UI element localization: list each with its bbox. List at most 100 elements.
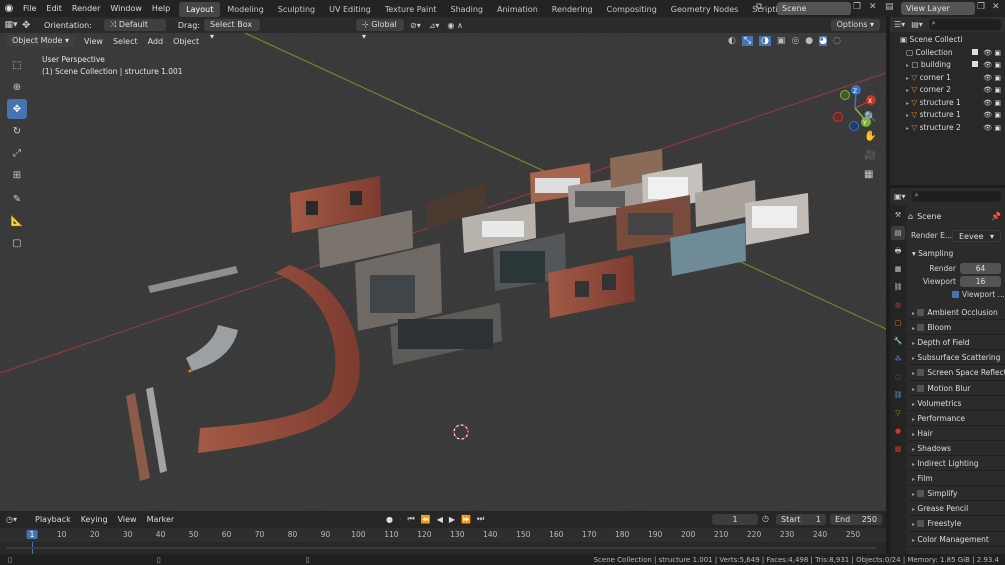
viewport-menu-object[interactable]: Object xyxy=(168,37,204,46)
timeline-editor-icon[interactable]: ◷▾ xyxy=(6,515,24,524)
modifier-props-icon[interactable]: 🔧 xyxy=(891,334,905,348)
outliner-item[interactable]: ▸ ▽ corner 1 👁 ▣ xyxy=(890,72,1005,85)
outliner-search-field[interactable]: ⌕ xyxy=(928,19,1001,30)
outliner-item[interactable]: ▸ ▽ structure 1 👁 ▣ xyxy=(890,97,1005,110)
menu-render[interactable]: Render xyxy=(67,0,105,17)
panel-enable-checkbox[interactable] xyxy=(917,369,925,377)
tool-props-icon[interactable]: ⚒ xyxy=(891,208,905,222)
viewport-menu-add[interactable]: Add xyxy=(143,37,169,46)
object-mode-dropdown[interactable]: Object Mode ▾ xyxy=(6,35,75,47)
outliner-item[interactable]: ▸ ▽ structure 1 👁 ▣ xyxy=(890,109,1005,122)
display-mode-icon[interactable]: ▤▾ xyxy=(911,20,923,29)
delete-view-layer-icon[interactable]: ✕ xyxy=(992,2,1000,12)
play-icon[interactable]: ▶ xyxy=(449,515,455,524)
jump-key-back-icon[interactable]: ⏪ xyxy=(421,515,431,524)
camera-icon[interactable]: ▣ xyxy=(994,86,1001,94)
panel-grease-pencil[interactable]: ▸ Grease Pencil xyxy=(908,501,1005,517)
new-scene-icon[interactable]: ❐ xyxy=(853,2,861,12)
scene-props-tab-icon[interactable]: ⛓ xyxy=(891,280,905,294)
scale-tool-icon[interactable]: ⤢ xyxy=(7,143,27,163)
exclude-checkbox[interactable] xyxy=(972,61,979,67)
render-engine-dropdown[interactable]: Eevee ▾ xyxy=(952,229,1001,242)
expand-icon[interactable]: ▸ xyxy=(906,87,909,94)
viewport-samples-field[interactable]: 16 xyxy=(960,276,1001,288)
add-cube-tool-icon[interactable]: ▢ xyxy=(7,233,27,253)
proportional-edit-icon[interactable]: ◉ ∧ xyxy=(447,21,462,30)
panel-depth-of-field[interactable]: ▸ Depth of Field xyxy=(908,335,1005,351)
3d-viewport[interactable]: X Y Z Object Mode ▾ View Select Add Object … xyxy=(0,33,886,511)
outliner-root[interactable]: ▣ Scene Collecti xyxy=(890,34,1005,47)
render-samples-field[interactable]: 64 xyxy=(960,263,1001,275)
wireframe-shading-icon[interactable]: ◎ xyxy=(791,36,799,46)
view-layer-field[interactable]: View Layer xyxy=(901,2,975,15)
texture-props-icon[interactable]: ▩ xyxy=(891,442,905,456)
constraints-props-icon[interactable]: ⛓ xyxy=(891,388,905,402)
blender-logo-icon[interactable]: ◉ xyxy=(0,3,18,14)
view-layer-props-icon[interactable]: ▦ xyxy=(891,262,905,276)
gizmo-toggle-icon[interactable]: ⤡ xyxy=(741,36,754,46)
panel-indirect-lighting[interactable]: ▸ Indirect Lighting xyxy=(908,456,1005,472)
move-mode-icon[interactable]: ✥ xyxy=(22,20,40,31)
editor-type-icon[interactable]: ▦▾ xyxy=(0,20,22,30)
pivot-icon[interactable]: ⊘▾ xyxy=(410,21,421,30)
select-tool-icon[interactable]: ⬚ xyxy=(7,55,27,75)
panel-color-management[interactable]: ▸ Color Management xyxy=(908,532,1005,547)
pin-icon[interactable]: 📌 xyxy=(991,212,1001,221)
panel-subsurface-scattering[interactable]: ▸ Subsurface Scattering xyxy=(908,350,1005,366)
outliner-item[interactable]: ▸ ▽ corner 2 👁 ▣ xyxy=(890,84,1005,97)
camera-view-icon[interactable]: 🎥 xyxy=(864,146,876,165)
viewport-denoise-checkbox[interactable] xyxy=(952,291,959,299)
eye-icon[interactable]: 👁 xyxy=(983,111,992,119)
panel-enable-checkbox[interactable] xyxy=(917,490,925,498)
xray-icon[interactable]: ▣ xyxy=(777,36,786,46)
orientation-dropdown[interactable]: ⤨ Default xyxy=(103,19,166,31)
menu-edit[interactable]: Edit xyxy=(41,0,67,17)
outliner-editor-icon[interactable]: ☰▾ xyxy=(894,20,905,29)
panel-enable-checkbox[interactable] xyxy=(917,520,925,528)
expand-icon[interactable]: ▸ xyxy=(906,62,909,69)
camera-icon[interactable]: ▣ xyxy=(994,74,1001,82)
zoom-icon[interactable]: 🔍 xyxy=(864,108,876,127)
particles-props-icon[interactable]: ⁂ xyxy=(891,352,905,366)
panel-shadows[interactable]: ▸ Shadows xyxy=(908,441,1005,457)
clock-icon[interactable]: ◷ xyxy=(762,514,769,523)
eye-icon[interactable]: 👁 xyxy=(983,86,992,94)
tab-compositing[interactable]: Compositing xyxy=(600,2,664,17)
physics-props-icon[interactable]: ◌ xyxy=(891,370,905,384)
material-shading-icon[interactable]: ◕ xyxy=(819,36,828,46)
panel-motion-blur[interactable]: ▸ Motion Blur xyxy=(908,381,1005,396)
tab-layout[interactable]: Layout xyxy=(179,1,221,17)
panel-enable-checkbox[interactable] xyxy=(917,309,925,317)
expand-icon[interactable]: ▸ xyxy=(906,100,909,107)
timeline-menu-view[interactable]: View xyxy=(113,515,142,524)
transform-orientation-dropdown[interactable]: ⊹ Global ▾ xyxy=(355,19,404,41)
transform-tool-icon[interactable]: ⊞ xyxy=(7,165,27,185)
outliner-item[interactable]: ▢ Collection 👁 ▣ xyxy=(890,47,1005,60)
panel-performance[interactable]: ▸ Performance xyxy=(908,411,1005,426)
eye-icon[interactable]: 👁 xyxy=(983,49,992,57)
perspective-grid-icon[interactable]: ▦ xyxy=(864,165,876,184)
menu-help[interactable]: Help xyxy=(147,0,175,17)
tab-sculpting[interactable]: Sculpting xyxy=(271,2,322,17)
expand-icon[interactable]: ▸ xyxy=(906,75,909,82)
end-frame-field[interactable]: End 250 xyxy=(830,514,882,525)
cursor-tool-icon[interactable]: ⊕ xyxy=(7,77,27,97)
tab-texture-paint[interactable]: Texture Paint xyxy=(378,2,444,17)
eye-icon[interactable]: 👁 xyxy=(983,74,992,82)
rotate-tool-icon[interactable]: ↻ xyxy=(7,121,27,141)
properties-editor-icon[interactable]: ▣▾ xyxy=(894,192,906,201)
tab-geometry-nodes[interactable]: Geometry Nodes xyxy=(664,2,745,17)
jump-start-icon[interactable]: ⏮ xyxy=(408,514,415,524)
panel-simplify[interactable]: ▸ Simplify xyxy=(908,486,1005,502)
visibility-icon[interactable]: ◐ xyxy=(728,36,736,46)
view-layer-icon[interactable]: ▤ xyxy=(885,2,894,12)
frame-ruler[interactable]: 1 10 20 30 40 50 60 70 80 90 100 110 120 130 140 150 160… xyxy=(0,528,886,542)
camera-icon[interactable]: ▣ xyxy=(994,61,1001,69)
eye-icon[interactable]: 👁 xyxy=(983,124,992,132)
options-dropdown[interactable]: Options ▾ xyxy=(830,19,880,31)
outliner-item[interactable]: ▸ ▢ building 👁 ▣ xyxy=(890,59,1005,72)
tab-uv-editing[interactable]: UV Editing xyxy=(322,2,378,17)
panel-film[interactable]: ▸ Film xyxy=(908,471,1005,487)
panel-enable-checkbox[interactable] xyxy=(917,324,925,332)
menu-window[interactable]: Window xyxy=(105,0,147,17)
